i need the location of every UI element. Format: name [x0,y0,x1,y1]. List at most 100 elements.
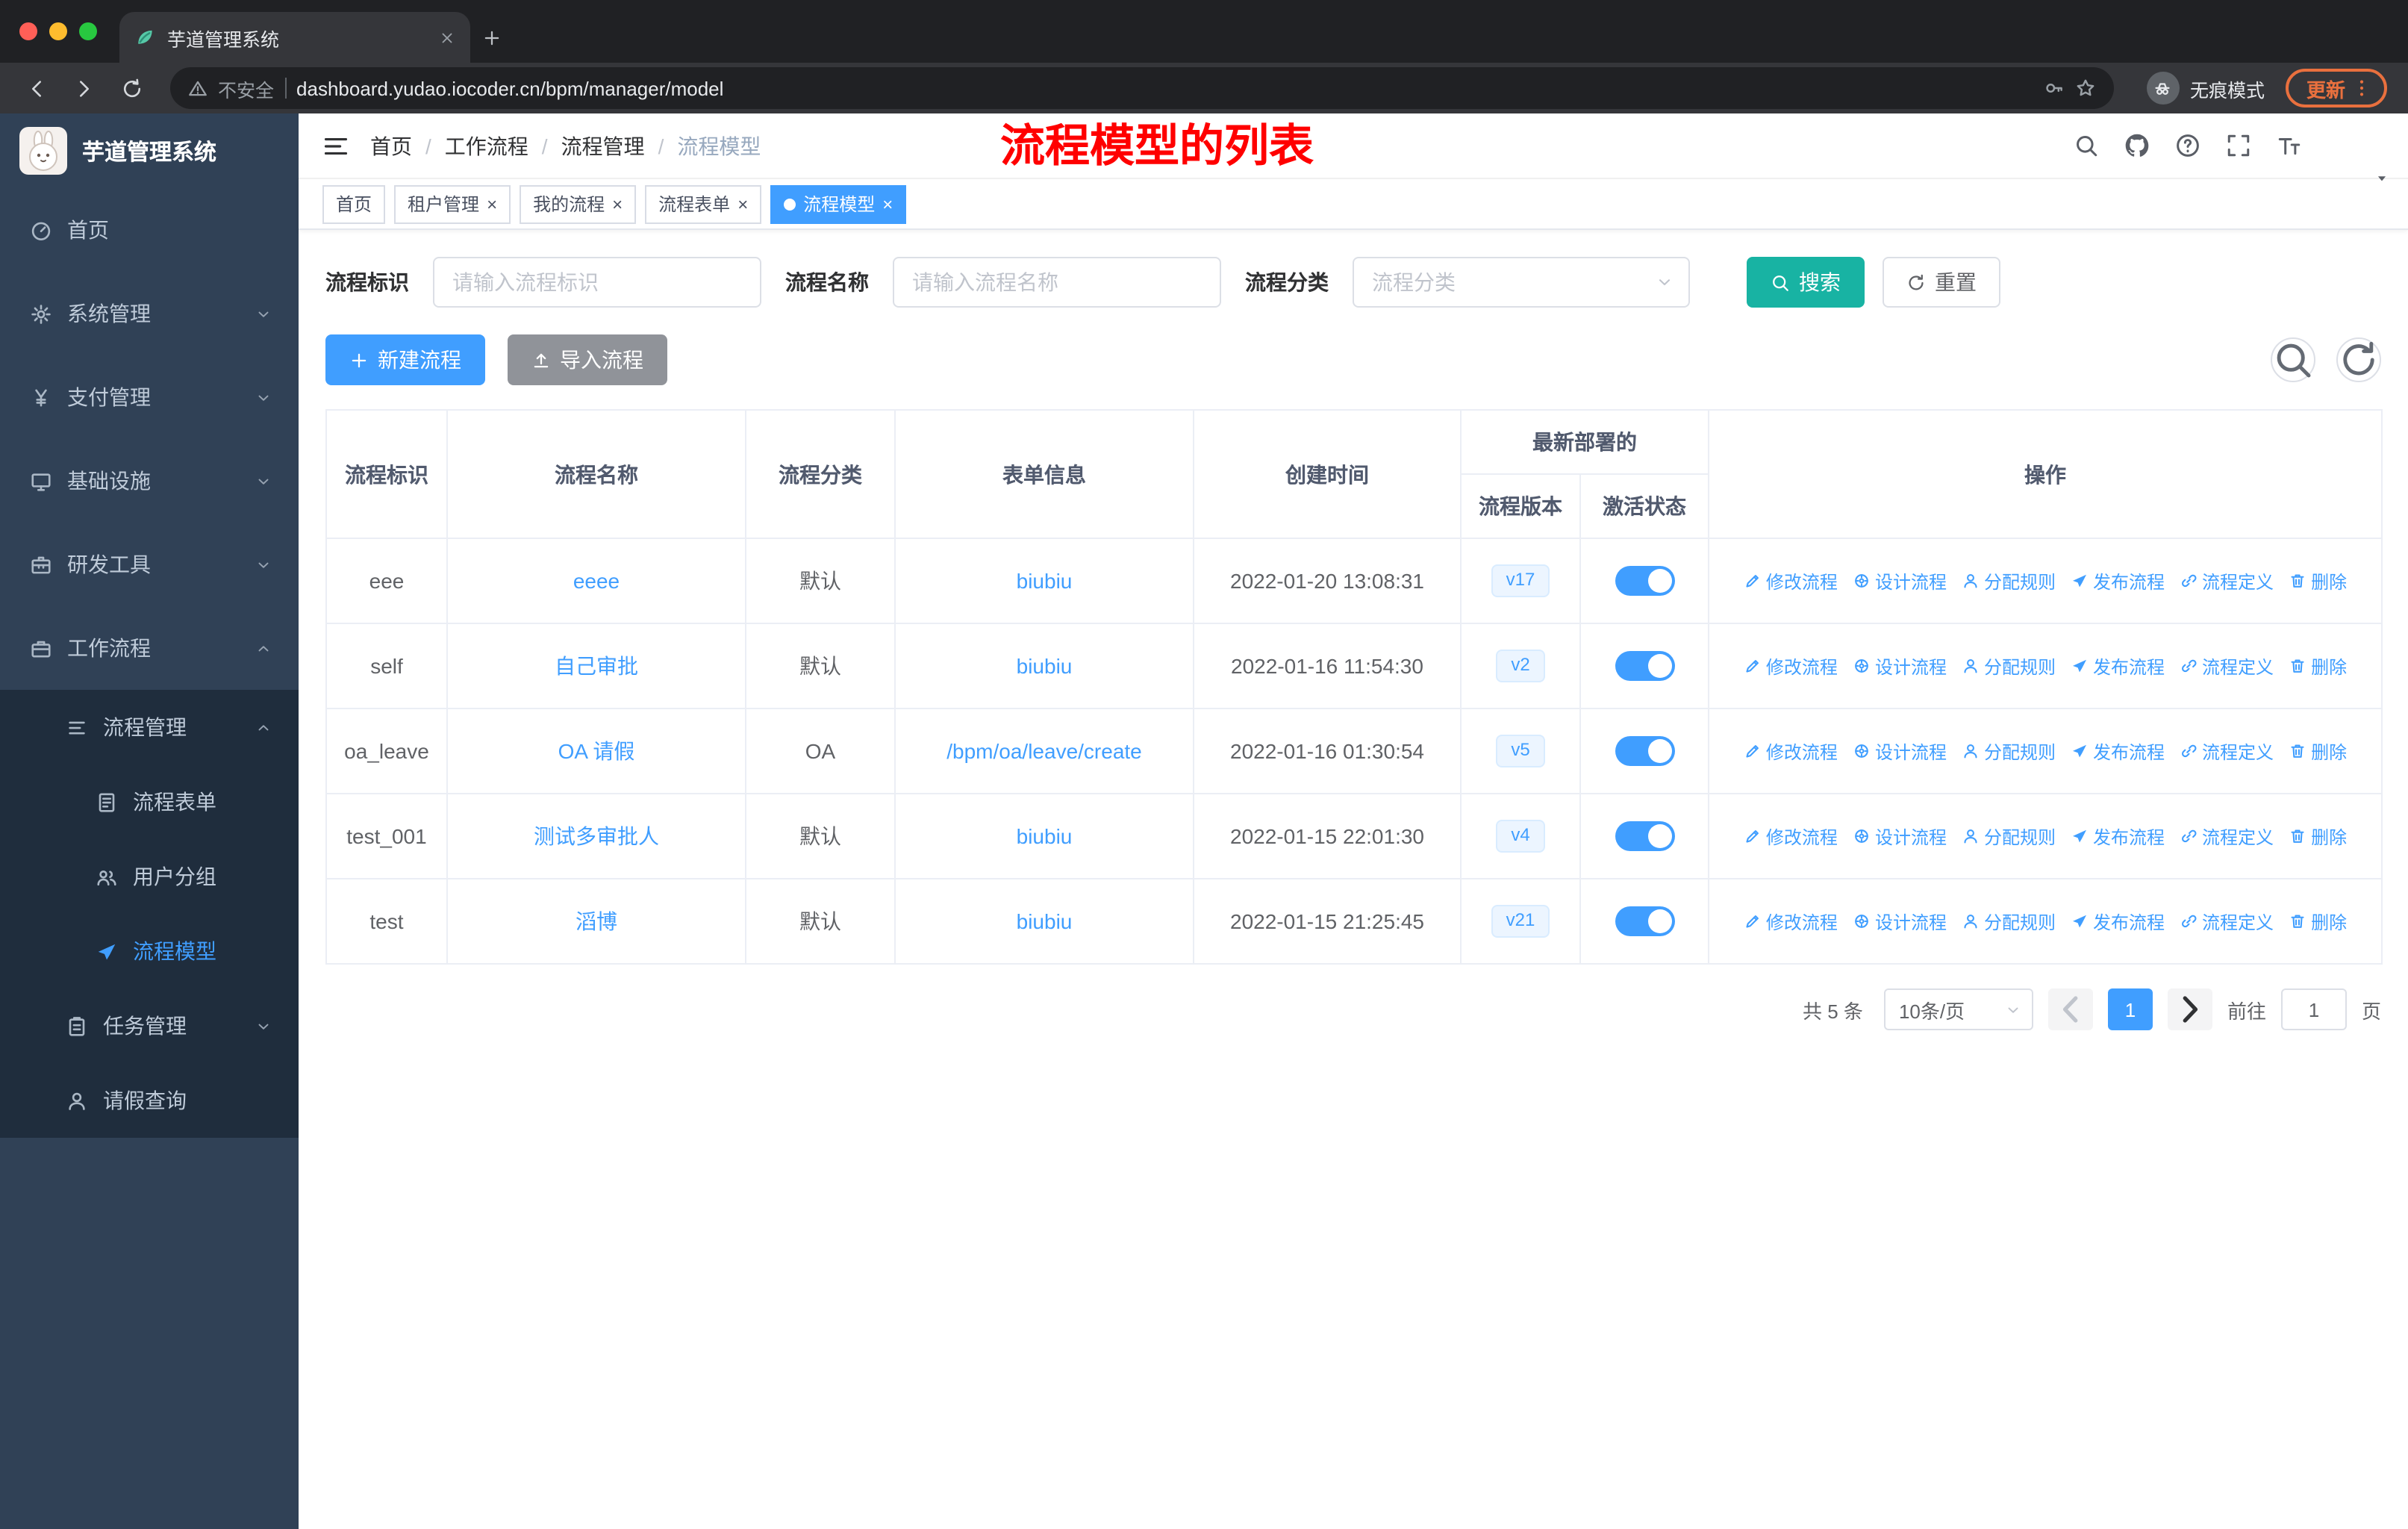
action-design[interactable]: 设计流程 [1853,909,1947,934]
browser-tab[interactable]: 芋道管理系统 [119,12,470,63]
tag-my-process[interactable]: 我的流程 × [520,184,637,223]
action-delete[interactable]: 删除 [2289,823,2347,849]
action-delete[interactable]: 删除 [2289,909,2347,934]
action-assign-rule[interactable]: 分配规则 [1962,823,2056,849]
url-bar[interactable]: 不安全 dashboard.yudao.iocoder.cn/bpm/manag… [170,67,2114,109]
sidebar-item-workflow[interactable]: 工作流程 [0,606,299,690]
next-page-button[interactable] [2167,988,2212,1030]
active-toggle[interactable] [1615,821,1674,851]
action-design[interactable]: 设计流程 [1853,653,1947,679]
forward-button[interactable] [63,67,105,109]
reset-button[interactable]: 重置 [1883,257,2000,308]
action-publish[interactable]: 发布流程 [2071,823,2165,849]
prev-page-button[interactable] [2047,988,2093,1030]
process-name-link[interactable]: 自己审批 [555,654,638,678]
bookmark-star-icon[interactable] [2075,78,2096,99]
process-name-input[interactable] [893,257,1221,308]
font-size-icon[interactable] [2277,133,2302,158]
form-info-link[interactable]: biubiu [1017,909,1073,933]
tag-close-icon[interactable]: × [487,195,497,213]
active-toggle[interactable] [1615,906,1674,936]
sidebar-item-home[interactable]: 首页 [0,188,299,272]
sidebar-collapse-button[interactable] [322,132,349,159]
tag-process-form[interactable]: 流程表单 × [645,184,762,223]
github-icon[interactable] [2124,133,2150,158]
form-info-link[interactable]: biubiu [1017,654,1073,678]
action-definition[interactable]: 流程定义 [2180,823,2274,849]
tag-close-icon[interactable]: × [737,195,748,213]
category-select[interactable]: 流程分类 [1353,257,1690,308]
sidebar-item-leave-query[interactable]: 请假查询 [0,1063,299,1138]
action-publish[interactable]: 发布流程 [2071,738,2165,764]
update-button[interactable]: 更新 [2285,69,2387,108]
process-key-input[interactable] [433,257,761,308]
sidebar-item-task-management[interactable]: 任务管理 [0,988,299,1063]
action-definition[interactable]: 流程定义 [2180,909,2274,934]
action-definition[interactable]: 流程定义 [2180,568,2274,594]
action-assign-rule[interactable]: 分配规则 [1962,909,2056,934]
action-assign-rule[interactable]: 分配规则 [1962,653,2056,679]
sidebar-item-dev-tools[interactable]: 研发工具 [0,523,299,606]
process-name-link[interactable]: 滔博 [576,909,617,933]
sidebar-item-process-model[interactable]: 流程模型 [0,914,299,988]
process-name-link[interactable]: OA 请假 [558,739,635,763]
sidebar-item-process-management[interactable]: 流程管理 [0,690,299,764]
sidebar-item-infrastructure[interactable]: 基础设施 [0,439,299,523]
search-button[interactable]: 搜索 [1747,257,1865,308]
breadcrumb-item-process-management[interactable]: 流程管理 [561,131,645,161]
tab-close-icon[interactable] [439,29,455,46]
action-assign-rule[interactable]: 分配规则 [1962,568,2056,594]
form-info-link[interactable]: biubiu [1017,824,1073,848]
create-process-button[interactable]: 新建流程 [325,334,485,385]
window-minimize-button[interactable] [49,22,67,40]
action-design[interactable]: 设计流程 [1853,738,1947,764]
window-close-button[interactable] [19,22,37,40]
reload-button[interactable] [110,67,152,109]
goto-page-input[interactable] [2280,988,2347,1030]
new-tab-button[interactable] [470,16,512,58]
back-button[interactable] [15,67,57,109]
action-assign-rule[interactable]: 分配规则 [1962,738,2056,764]
breadcrumb-item-workflow[interactable]: 工作流程 [445,131,528,161]
sidebar-item-user-group[interactable]: 用户分组 [0,839,299,914]
form-info-link[interactable]: biubiu [1017,569,1073,593]
action-delete[interactable]: 删除 [2289,653,2347,679]
tag-close-icon[interactable]: × [882,195,893,213]
sidebar-item-process-form[interactable]: 流程表单 [0,764,299,839]
password-key-icon[interactable] [2044,78,2065,99]
user-avatar[interactable] [2327,117,2386,181]
sidebar-item-system[interactable]: 系统管理 [0,272,299,355]
action-delete[interactable]: 删除 [2289,738,2347,764]
action-edit[interactable]: 修改流程 [1744,738,1838,764]
menu-dots-icon[interactable] [2351,78,2372,99]
active-toggle[interactable] [1615,566,1674,596]
action-definition[interactable]: 流程定义 [2180,653,2274,679]
page-size-select[interactable]: 10条/页 [1883,988,2033,1030]
tag-process-model[interactable]: 流程模型 × [770,184,907,223]
process-name-link[interactable]: 测试多审批人 [534,824,659,848]
form-info-link[interactable]: /bpm/oa/leave/create [946,739,1142,763]
tag-home[interactable]: 首页 [322,184,386,223]
action-design[interactable]: 设计流程 [1853,568,1947,594]
action-delete[interactable]: 删除 [2289,568,2347,594]
action-publish[interactable]: 发布流程 [2071,568,2165,594]
action-edit[interactable]: 修改流程 [1744,909,1838,934]
action-edit[interactable]: 修改流程 [1744,568,1838,594]
sidebar-item-payment[interactable]: 支付管理 [0,355,299,439]
action-publish[interactable]: 发布流程 [2071,653,2165,679]
action-edit[interactable]: 修改流程 [1744,823,1838,849]
breadcrumb-item-home[interactable]: 首页 [370,131,412,161]
help-icon[interactable] [2175,133,2200,158]
window-zoom-button[interactable] [79,22,97,40]
search-icon[interactable] [2074,133,2099,158]
action-definition[interactable]: 流程定义 [2180,738,2274,764]
current-page-button[interactable]: 1 [2107,988,2153,1030]
active-toggle[interactable] [1615,651,1674,681]
import-process-button[interactable]: 导入流程 [508,334,667,385]
fullscreen-icon[interactable] [2226,133,2251,158]
refresh-table-button[interactable] [2336,337,2381,382]
tag-close-icon[interactable]: × [612,195,623,213]
toggle-search-button[interactable] [2271,337,2315,382]
action-design[interactable]: 设计流程 [1853,823,1947,849]
active-toggle[interactable] [1615,736,1674,766]
